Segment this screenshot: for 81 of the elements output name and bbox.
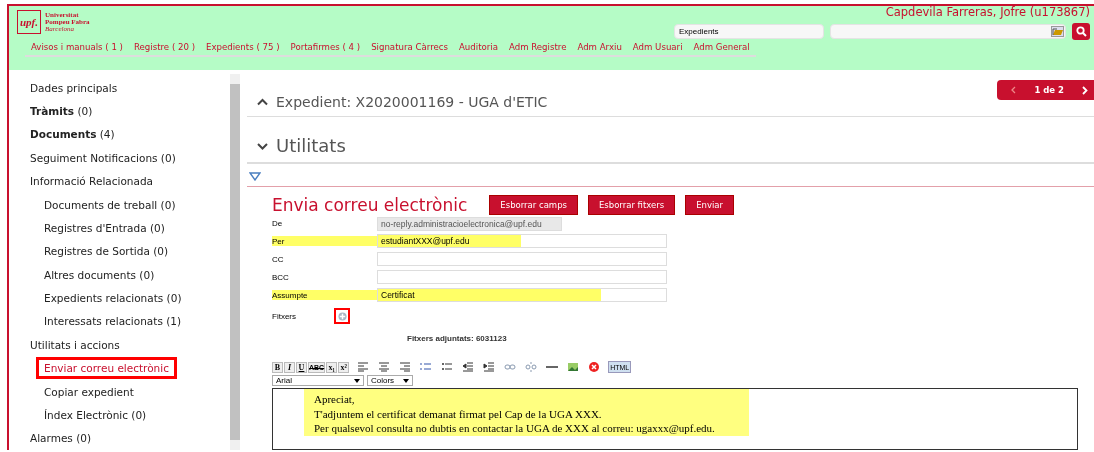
sidebar-item[interactable]: Interessats relacionats (1) <box>36 310 190 333</box>
sidebar-item[interactable]: Altres documents (0) <box>36 263 163 286</box>
input-field[interactable]: Certificat <box>377 288 667 302</box>
nav-link[interactable]: Adm General <box>693 42 750 52</box>
form-button[interactable]: Esborrar camps <box>489 195 578 215</box>
message-editor[interactable]: Apreciat, T'adjuntem el certificat demanat firmat pel Cap de la UGA XXX. Per qualsevol consulta no dubtis en contactar la UGA de XXX al correu: ugaxxx@upf.edu. <box>272 388 1078 450</box>
field-label: CC <box>272 254 285 264</box>
format-button[interactable]: B <box>272 361 283 373</box>
field-label: Fitxers <box>272 311 296 321</box>
filter-icon[interactable] <box>249 172 261 181</box>
previous-icon[interactable] <box>1011 86 1017 94</box>
nav-link[interactable]: Adm Registre <box>508 42 567 52</box>
input-field[interactable]: estudiantXXX@upf.edu <box>377 234 667 248</box>
search-field[interactable] <box>830 24 1066 39</box>
field-label: BCC <box>272 272 290 282</box>
sidebar-item[interactable]: Alarmes (0) <box>22 427 100 450</box>
sidebar-item[interactable]: Documents de treball (0) <box>36 193 184 216</box>
caret-icon[interactable] <box>403 378 409 383</box>
sidebar-item[interactable]: Dades principals <box>22 76 126 99</box>
field-label: Per <box>272 236 377 246</box>
remove-icon[interactable] <box>587 361 602 373</box>
from-field: no-reply.administracioelectronica@upf.edu <box>377 216 562 231</box>
indent-icon[interactable] <box>482 361 497 373</box>
sidebar-item[interactable]: Informació Relacionada <box>22 170 162 193</box>
format-button[interactable]: x₁ <box>326 361 338 373</box>
nav-link[interactable]: Expedients ( 75 ) <box>206 42 280 52</box>
caret-icon[interactable] <box>354 378 360 383</box>
numbered-list-icon[interactable] <box>419 361 434 373</box>
scope-field[interactable]: Expedients <box>674 24 824 39</box>
sidebar-item[interactable]: Registres de Sortida (0) <box>36 240 177 263</box>
sidebar-item[interactable]: Seguiment Notificacions (0) <box>22 146 184 169</box>
scrollbar[interactable] <box>230 74 240 450</box>
input-field[interactable] <box>377 270 667 284</box>
message-line: T'adjuntem el certificat demanat firmat pel Cap de la UGA XXX. <box>314 406 603 421</box>
unlink-icon[interactable] <box>524 361 539 373</box>
image-icon[interactable] <box>566 361 581 373</box>
sidebar-item[interactable]: Registres d'Entrada (0) <box>36 216 173 239</box>
nav-link[interactable]: Adm Usuari <box>632 42 683 52</box>
align-left-icon[interactable] <box>356 361 371 373</box>
folder-icon[interactable] <box>1051 26 1064 37</box>
nav-link[interactable]: Adm Arxiu <box>577 42 622 52</box>
chevron-down-icon[interactable] <box>257 141 268 150</box>
format-button[interactable]: x² <box>338 361 350 373</box>
form-button[interactable]: Enviar <box>685 195 735 215</box>
message-line: Per qualsevol consulta no dubtis en contactar la UGA de XXX al correu: ugaxxx@upf.edu. <box>314 421 716 436</box>
form-title: Envia correu electrònic <box>272 195 468 215</box>
link-icon[interactable] <box>503 361 518 373</box>
color-dropdown[interactable]: Colors <box>367 375 413 386</box>
record-title: Expedient: X2020001169 - UGA d'ETIC <box>276 94 548 110</box>
sidebar-item[interactable]: Índex Electrònic (0) <box>36 403 155 426</box>
sidebar-item[interactable]: Copiar expedient <box>36 380 142 403</box>
next-icon[interactable] <box>1082 85 1088 95</box>
nav-link[interactable]: Auditoria <box>458 42 498 52</box>
nav-link[interactable]: Signatura Càrrecs <box>371 42 448 52</box>
message-line: Apreciat, <box>314 392 356 407</box>
field-label: Assumpte <box>272 290 377 300</box>
font-dropdown[interactable]: Arial <box>272 375 364 386</box>
bullet-list-icon[interactable] <box>440 361 455 373</box>
logo-mark: upf. <box>17 10 42 34</box>
form-button[interactable]: Esborrar fitxers <box>587 195 676 215</box>
field-label: De <box>272 218 284 229</box>
input-field[interactable] <box>377 252 667 266</box>
sidebar-item[interactable]: Documents (4) <box>22 123 123 146</box>
nav-link[interactable]: Portafirmes ( 4 ) <box>290 42 361 52</box>
pager: 1 de 2 <box>997 80 1094 100</box>
sidebar-item[interactable]: Expedients relacionats (0) <box>36 287 190 310</box>
user-name: Capdevila Farreras, Jofre (u173867) <box>885 5 1090 19</box>
nav-link[interactable]: Avisos i manuals ( 1 ) <box>31 42 123 52</box>
align-right-icon[interactable] <box>398 361 413 373</box>
nav-link[interactable]: Registre ( 20 ) <box>133 42 195 52</box>
sidebar-item[interactable]: Enviar correu electrònic <box>36 357 177 380</box>
format-button[interactable]: I <box>284 361 295 373</box>
section-title: Utilitats <box>276 135 346 156</box>
align-center-icon[interactable] <box>377 361 392 373</box>
attachment-note: Fitxers adjuntats: 6031123 <box>406 333 508 343</box>
sidebar-item[interactable]: Tràmits (0) <box>22 100 101 123</box>
format-button[interactable]: U <box>296 361 307 373</box>
search-button[interactable] <box>1072 23 1090 40</box>
chevron-up-icon[interactable] <box>257 98 268 106</box>
outdent-icon[interactable] <box>461 361 476 373</box>
sidebar-item[interactable]: Utilitats i accions <box>22 333 128 356</box>
